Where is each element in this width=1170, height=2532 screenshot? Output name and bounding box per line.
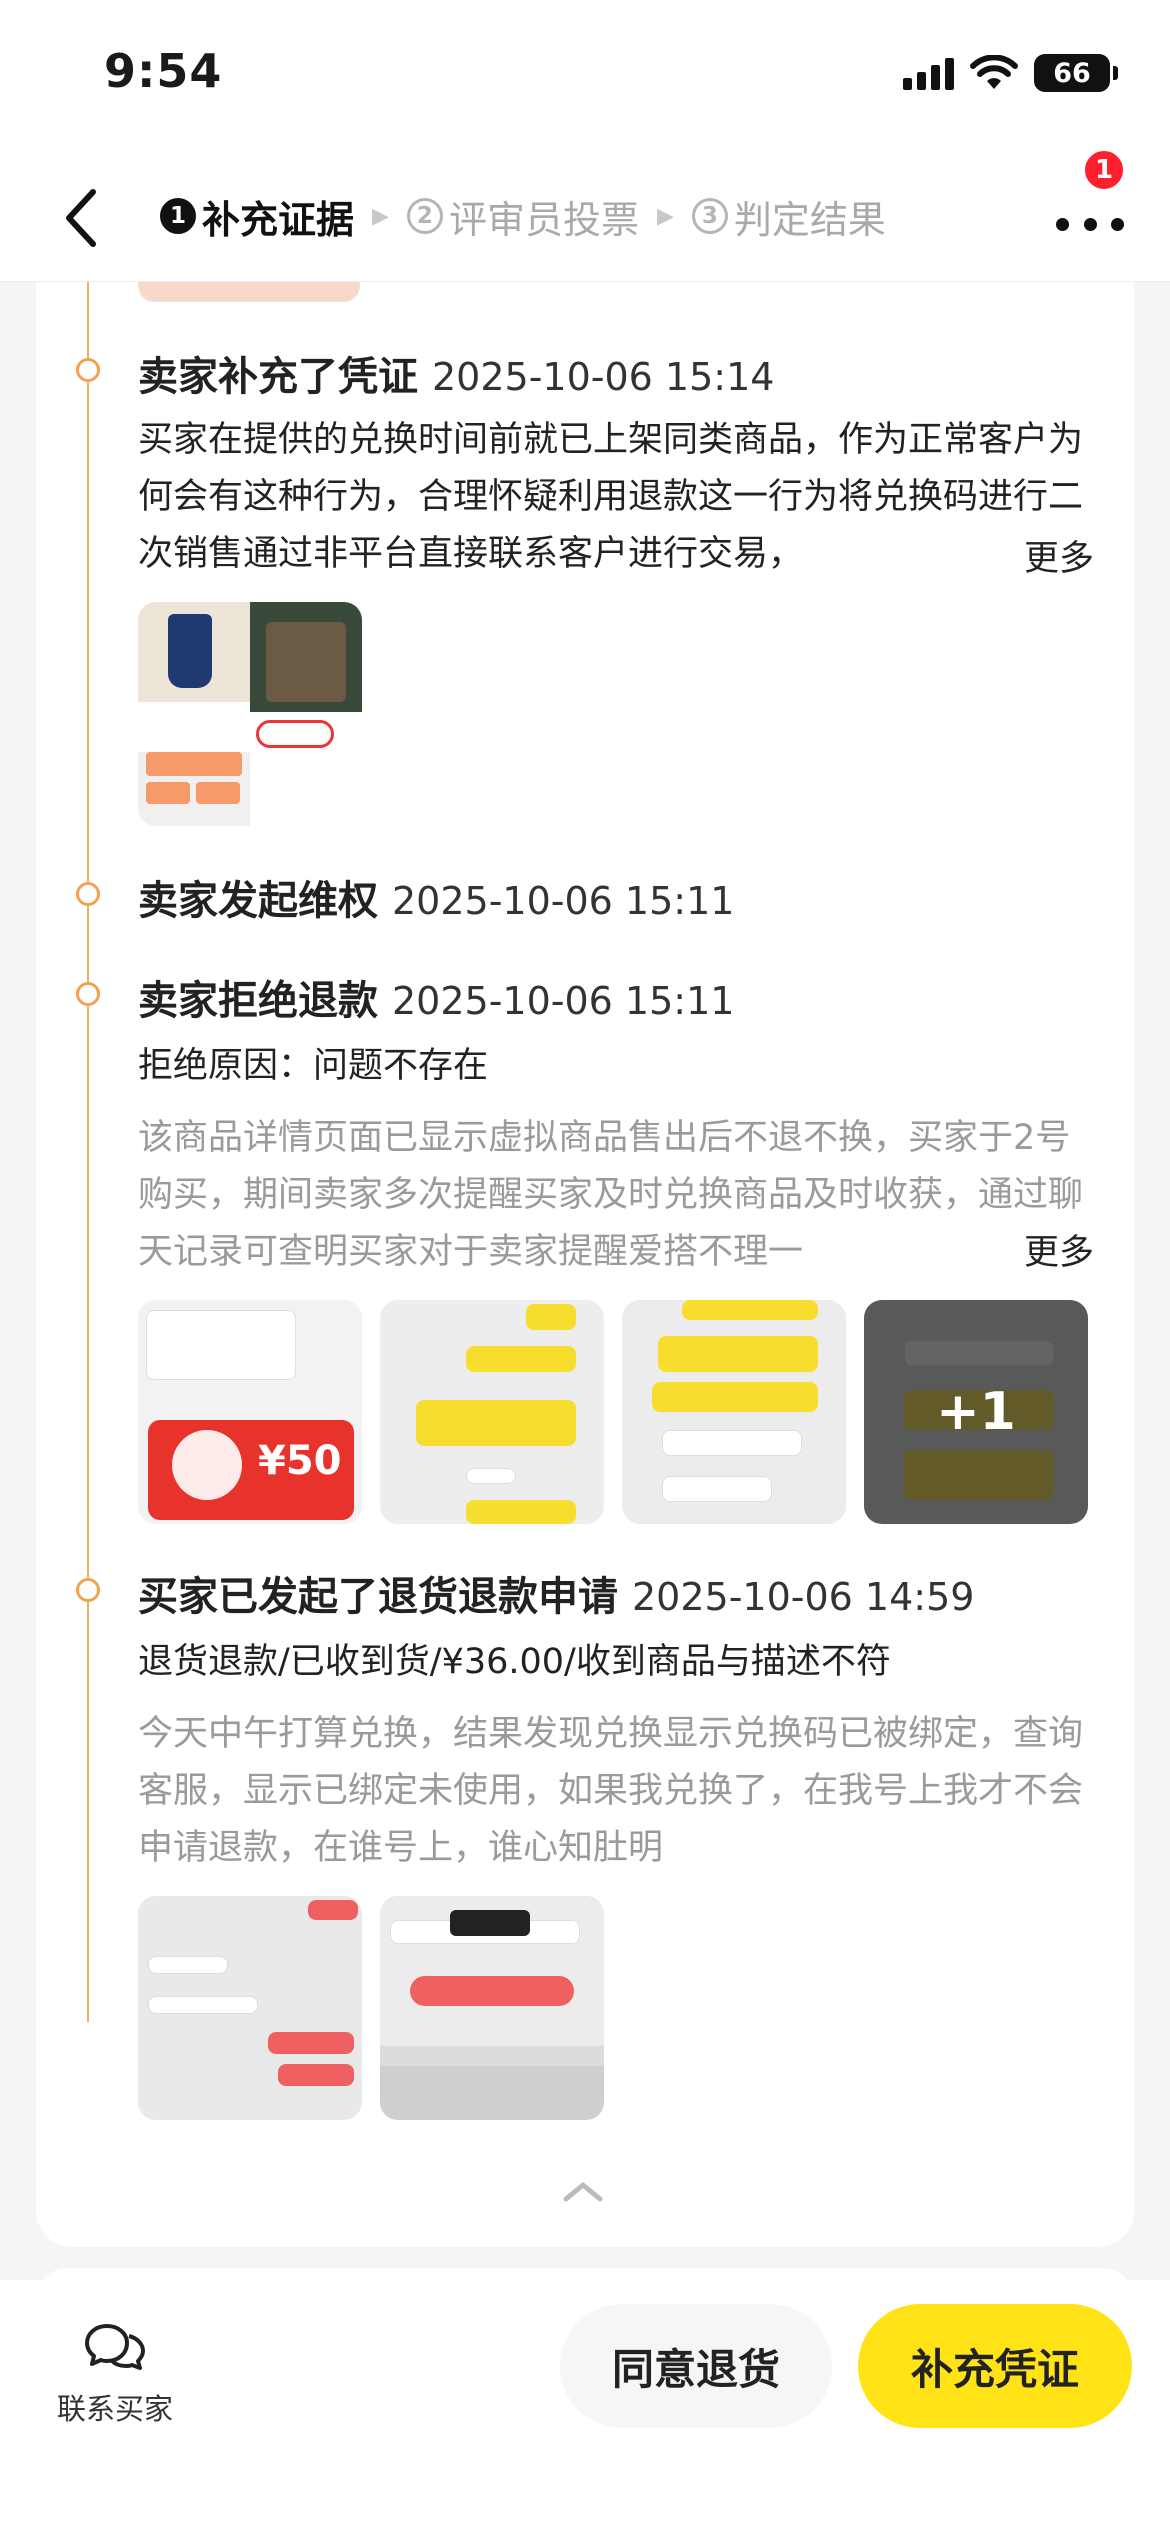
timeline-line [87,282,89,2022]
evidence-image[interactable]: +1 [864,1300,1088,1524]
agree-return-button[interactable]: 同意退货 [560,2304,832,2428]
timeline-card: 卖家补充了凭证 2025-10-06 15:14 买家在提供的兑换时间前就已上架同… [36,282,1134,2247]
event-description: 买家在提供的兑换时间前就已上架同类商品，作为正常客户为何会有这种行为，合理怀疑利… [138,420,1084,574]
event-time: 2025-10-06 15:14 [432,355,775,399]
event-time: 2025-10-06 14:59 [632,1575,975,1619]
evidence-image[interactable]: ¥50 [138,1300,362,1524]
supplement-evidence-button[interactable]: 补充凭证 [858,2304,1132,2428]
event-title-text: 卖家拒绝退款 [138,978,378,1024]
timeline-dot [76,882,100,906]
step-supplement-evidence: 1 补充证据 [160,189,354,244]
nav-bar: 1 补充证据 ▶ 2 评审员投票 ▶ 3 判定结果 1 [0,148,1170,282]
evidence-image[interactable] [380,1300,604,1524]
chevron-up-icon[interactable] [558,2177,608,2207]
step-number: 1 [160,198,196,234]
refund-detail: 退货退款/已收到货/¥36.00/收到商品与描述不符 [138,1642,891,1682]
coupon-value: ¥50 [258,1438,342,1484]
step-arrow-icon: ▶ [656,203,674,229]
wifi-icon [970,55,1018,89]
progress-steps: 1 补充证据 ▶ 2 评审员投票 ▶ 3 判定结果 [160,184,886,248]
signal-icon [903,56,954,90]
step-label: 判定结果 [733,197,886,242]
refuse-reason: 拒绝原因：问题不存在 [138,1046,489,1086]
step-number: 3 [691,198,728,234]
back-button[interactable] [46,180,116,256]
timeline-dot [76,358,100,382]
evidence-image[interactable] [138,602,362,826]
event-description: 该商品详情页面已显示虚拟商品售出后不退不换，买家于2号购买，期间卖家多次提醒买家… [138,1118,1084,1272]
step-label: 评审员投票 [448,197,639,242]
step-reviewer-vote: 2 评审员投票 [406,189,639,244]
event-time: 2025-10-06 15:11 [392,879,735,923]
bottom-action-bar: 联系买家 同意退货 补充凭证 [0,2280,1170,2532]
evidence-image[interactable] [138,1896,362,2120]
status-icons: 66 [903,50,1118,96]
event-title: 卖家发起维权 2025-10-06 15:11 [138,868,734,926]
event-title: 卖家拒绝退款 2025-10-06 15:11 [138,968,734,1026]
step-arrow-icon: ▶ [372,203,389,229]
event-title: 买家已发起了退货退款申请 2025-10-06 14:59 [138,1564,974,1622]
chat-icon [85,2324,145,2370]
battery-icon: 66 [1034,54,1118,92]
event-title-text: 买家已发起了退货退款申请 [138,1574,618,1620]
dot-icon [1083,217,1097,231]
event-time: 2025-10-06 15:11 [392,979,735,1023]
contact-buyer-label: 联系买家 [56,2392,173,2426]
contact-buyer-button[interactable]: 联系买家 [50,2320,180,2428]
evidence-image[interactable] [622,1300,846,1524]
status-bar: 9:54 66 [0,0,1170,150]
more-link[interactable]: 更多 [983,530,1094,581]
dot-icon [1056,217,1069,231]
event-title: 卖家补充了凭证 2025-10-06 15:14 [138,344,774,402]
step-label: 补充证据 [202,197,355,242]
step-verdict: 3 判定结果 [691,189,886,244]
step-number: 2 [406,198,443,234]
more-images-overlay[interactable]: +1 [864,1300,1088,1524]
more-link[interactable]: 更多 [983,1224,1094,1275]
status-time: 9:54 [104,44,223,98]
timeline-dot [76,982,100,1006]
event-description: 今天中午打算兑换，结果发现兑换显示兑换码已被绑定，查询客服，显示已绑定未使用，如… [138,1714,1084,1868]
more-menu-button[interactable] [1050,194,1130,254]
notification-badge: 1 [1082,148,1126,192]
event-title-text: 卖家补充了凭证 [138,354,418,400]
timeline-dot [76,1578,100,1602]
evidence-image[interactable] [380,1896,604,2120]
chevron-left-icon [66,189,96,247]
event-title-text: 卖家发起维权 [138,878,378,924]
dot-icon [1111,217,1124,231]
evidence-image[interactable] [138,282,360,302]
